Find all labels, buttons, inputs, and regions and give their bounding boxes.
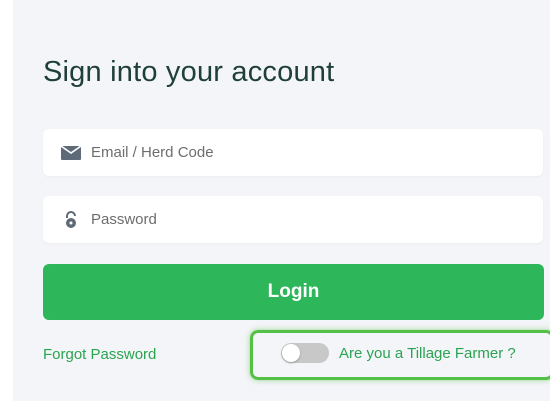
lock-icon [59, 210, 83, 229]
password-field[interactable] [43, 196, 543, 243]
login-panel: Sign into your account Login Forgot Pass… [13, 0, 550, 401]
tillage-farmer-toggle[interactable] [281, 343, 329, 363]
envelope-icon [59, 145, 83, 160]
tillage-farmer-toggle-row[interactable]: Are you a Tillage Farmer ? [281, 343, 516, 363]
forgot-password-link[interactable]: Forgot Password [43, 346, 156, 363]
password-input[interactable] [91, 211, 511, 228]
login-button[interactable]: Login [43, 264, 544, 320]
email-input[interactable] [91, 144, 511, 161]
tillage-farmer-label: Are you a Tillage Farmer ? [339, 344, 516, 362]
page-title: Sign into your account [43, 56, 335, 88]
toggle-knob [282, 344, 300, 362]
email-field[interactable] [43, 129, 543, 176]
